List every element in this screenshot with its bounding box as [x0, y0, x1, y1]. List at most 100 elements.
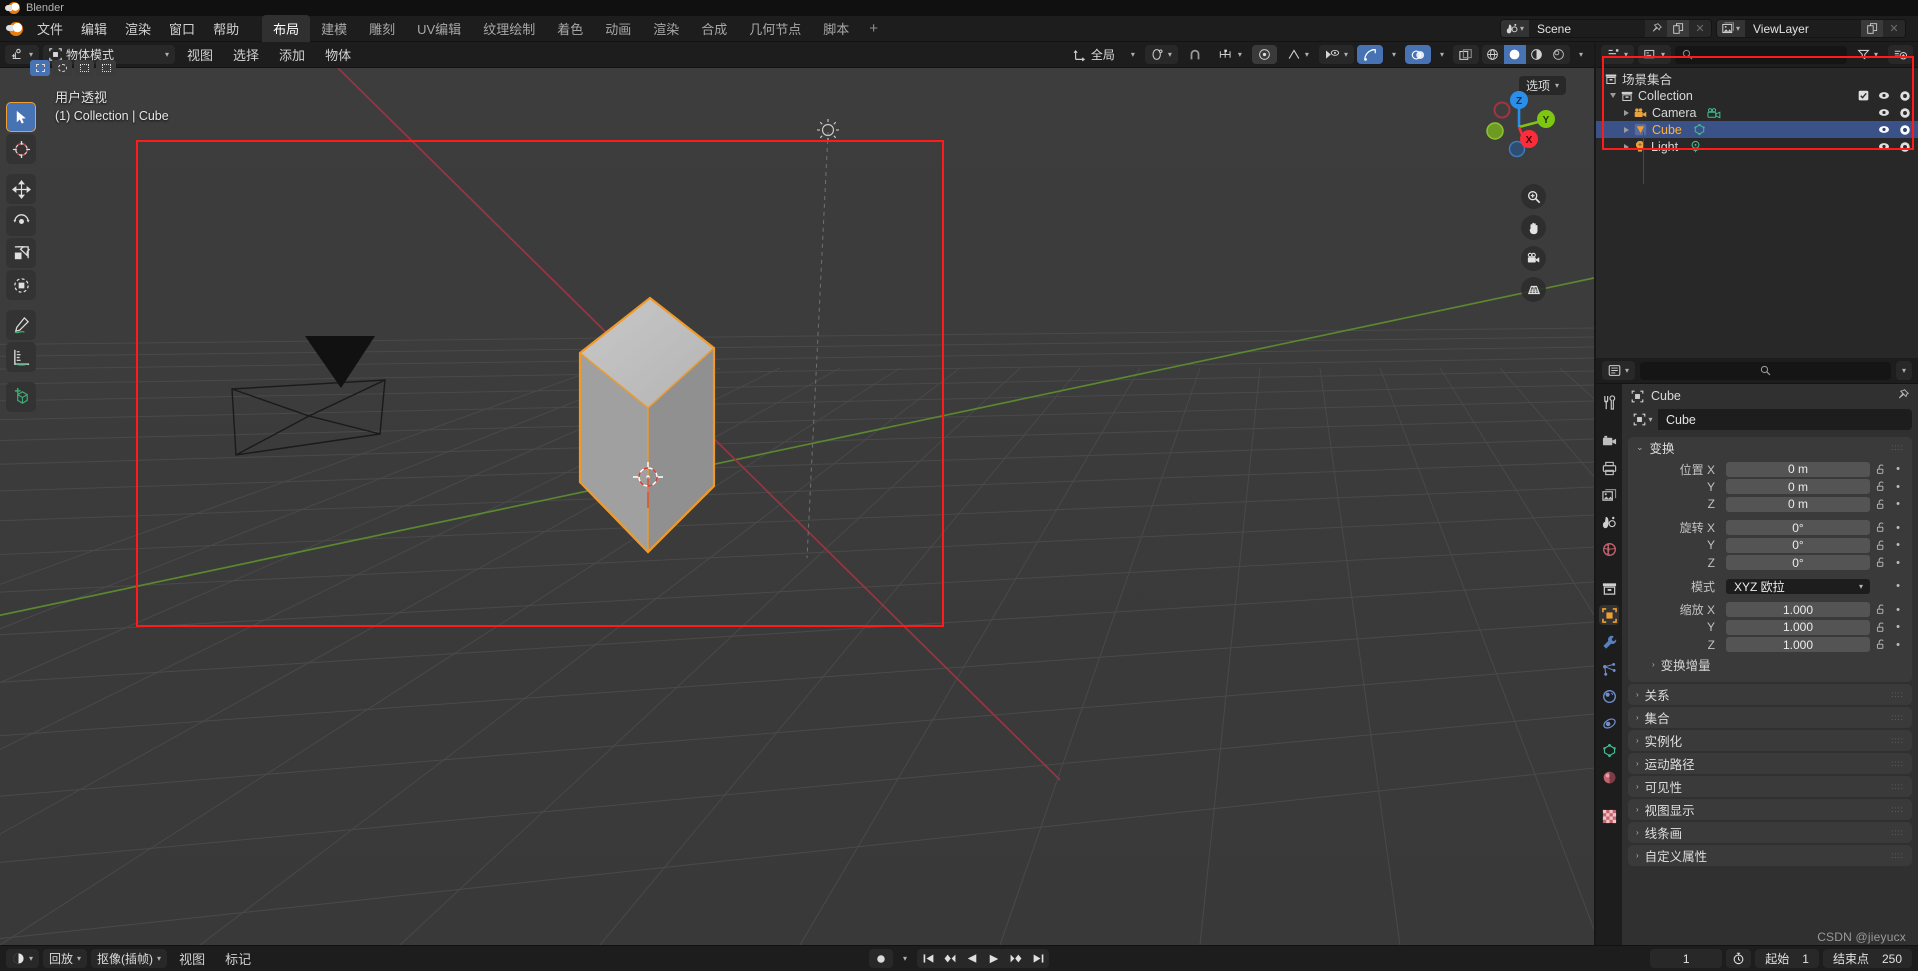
proportional-falloff-toggle[interactable] [1251, 45, 1277, 64]
location-y-row[interactable]: Y 0 m • [1636, 479, 1904, 495]
delta-transform-subpanel[interactable]: › 变换增量 [1636, 654, 1904, 674]
animate-rotation-z-icon[interactable]: • [1892, 557, 1904, 568]
use-preview-range-toggle[interactable] [1726, 949, 1752, 968]
menu-help[interactable]: 帮助 [204, 16, 248, 41]
scene-name[interactable]: Scene [1529, 20, 1645, 37]
camera-render-icon[interactable] [1899, 141, 1911, 153]
outliner-row-light[interactable]: Light [1596, 138, 1918, 155]
xray-toggle[interactable] [1452, 45, 1479, 64]
camera-render-icon[interactable] [1899, 124, 1911, 136]
viewport-menu-view[interactable]: 视图 [179, 42, 221, 67]
auto-keying-toggle[interactable] [868, 949, 893, 968]
3d-viewport[interactable]: 用户透视 (1) Collection | Cube 选项 ▾ Z Y X [0, 68, 1594, 945]
properties-editor-type-button[interactable]: ▾ [1602, 361, 1636, 380]
location-z-value[interactable]: 0 m [1726, 496, 1870, 512]
lock-rotation-x-icon[interactable] [1874, 522, 1888, 533]
workspace-tab-compositing[interactable]: 合成 [690, 15, 738, 42]
tab-output[interactable] [1599, 458, 1619, 478]
rotation-mode-select[interactable]: XYZ 欧拉 ▾ [1726, 578, 1870, 594]
lock-rotation-z-icon[interactable] [1874, 557, 1888, 568]
expand-arrow-icon[interactable] [1624, 143, 1629, 150]
lock-scale-z-icon[interactable] [1874, 639, 1888, 650]
shading-wireframe-button[interactable] [1482, 45, 1504, 64]
camera-render-icon[interactable] [1899, 90, 1911, 102]
animate-rotation-x-icon[interactable]: • [1892, 522, 1904, 533]
outliner-row-camera[interactable]: Camera [1596, 104, 1918, 121]
tool-transform[interactable] [6, 270, 36, 300]
animate-scale-z-icon[interactable]: • [1892, 639, 1904, 650]
scene-selector[interactable]: ▾ Scene ✕ [1500, 19, 1712, 38]
object-name-field[interactable]: ▾ Cube [1628, 409, 1912, 430]
workspace-tab-rendering[interactable]: 渲染 [642, 15, 690, 42]
outliner-editor-type-button[interactable]: ▾ [1601, 45, 1635, 64]
viewport-menu-add[interactable]: 添加 [271, 42, 313, 67]
tab-world[interactable] [1599, 539, 1619, 559]
new-viewlayer-icon[interactable] [1861, 20, 1883, 37]
workspace-tab-uv-editing[interactable]: UV编辑 [406, 15, 472, 42]
outliner-row-cube[interactable]: Cube [1596, 121, 1918, 138]
transform-panel-header[interactable]: ⌄ 变换 :::: [1628, 437, 1912, 458]
animate-location-x-icon[interactable]: • [1892, 464, 1904, 475]
lock-scale-x-icon[interactable] [1874, 604, 1888, 615]
animate-scale-x-icon[interactable]: • [1892, 604, 1904, 615]
new-scene-icon[interactable] [1667, 20, 1689, 37]
add-workspace-button[interactable]: + [860, 18, 887, 39]
timeline-editor-type-button[interactable]: ▾ [6, 949, 40, 968]
timeline-playback-menu[interactable]: 回放 ▾ [43, 949, 88, 968]
snap-magnet-toggle[interactable] [1182, 45, 1208, 64]
mesh-data-icon[interactable] [1693, 123, 1706, 136]
panel-line-art[interactable]: › 线条画:::: [1628, 822, 1912, 843]
expand-arrow-icon[interactable] [1624, 126, 1629, 133]
rotation-y-value[interactable]: 0° [1726, 537, 1870, 553]
tab-material[interactable] [1599, 767, 1619, 787]
tool-add-cube[interactable] [6, 382, 36, 412]
gizmo-options-dropdown[interactable]: ▾ [1386, 45, 1402, 64]
pin-scene-icon[interactable] [1645, 20, 1667, 37]
eye-icon[interactable] [1878, 90, 1890, 101]
tab-constraints[interactable] [1599, 713, 1619, 733]
visibility-selector[interactable]: ▾ [1318, 45, 1354, 64]
menu-window[interactable]: 窗口 [160, 16, 204, 41]
play-reverse-button[interactable] [961, 949, 983, 968]
timeline-keying-menu[interactable]: 抠像(插帧) ▾ [91, 949, 168, 968]
jump-to-start-button[interactable] [917, 949, 939, 968]
tab-object-data[interactable] [1599, 740, 1619, 760]
panel-custom-properties[interactable]: › 自定义属性:::: [1628, 845, 1912, 866]
scale-y-value[interactable]: 1.000 [1726, 619, 1870, 635]
menu-render[interactable]: 渲染 [116, 16, 160, 41]
delete-scene-icon[interactable]: ✕ [1689, 20, 1711, 37]
checkbox-checked-icon[interactable] [1858, 90, 1869, 101]
prev-keyframe-button[interactable] [939, 949, 961, 968]
animate-scale-y-icon[interactable]: • [1892, 622, 1904, 633]
frame-end-field[interactable]: 结束点 250 [1822, 949, 1912, 968]
navigation-gizmo[interactable]: Z Y X [1480, 86, 1558, 164]
viewlayer-name[interactable]: ViewLayer [1745, 20, 1861, 37]
location-x-row[interactable]: 位置 X 0 m • [1636, 461, 1904, 477]
extend-select-button[interactable] [96, 60, 116, 76]
next-keyframe-button[interactable] [1005, 949, 1027, 968]
grid-ortho-icon[interactable] [1521, 277, 1546, 302]
panel-viewport-display[interactable]: › 视图显示:::: [1628, 799, 1912, 820]
location-x-value[interactable]: 0 m [1726, 461, 1870, 477]
tab-collection[interactable] [1599, 578, 1619, 598]
animate-location-z-icon[interactable]: • [1892, 499, 1904, 510]
lock-location-z-icon[interactable] [1874, 499, 1888, 510]
panel-relations[interactable]: › 关系:::: [1628, 684, 1912, 705]
rotation-x-value[interactable]: 0° [1726, 520, 1870, 535]
rotation-z-row[interactable]: Z 0° • [1636, 555, 1904, 571]
gizmo-toggle[interactable] [1356, 45, 1383, 64]
rotation-mode-row[interactable]: 模式 XYZ 欧拉 ▾ • [1636, 578, 1904, 594]
workspace-tab-geometry-nodes[interactable]: 几何节点 [738, 15, 812, 42]
tab-object[interactable] [1599, 605, 1619, 625]
viewport-menu-select[interactable]: 选择 [225, 42, 267, 67]
workspace-tab-sculpting[interactable]: 雕刻 [358, 15, 406, 42]
overlays-toggle[interactable] [1404, 45, 1431, 64]
outliner-display-mode-button[interactable]: ▾ [1638, 45, 1672, 64]
scale-z-row[interactable]: Z 1.000 • [1636, 637, 1904, 653]
outliner-new-collection-button[interactable] [1888, 45, 1913, 64]
workspace-tab-layout[interactable]: 布局 [262, 15, 311, 42]
scale-x-value[interactable]: 1.000 [1726, 602, 1870, 617]
circle-select-button[interactable] [52, 60, 72, 76]
object-name-value[interactable]: Cube [1658, 413, 1696, 427]
tab-scene[interactable] [1599, 512, 1619, 532]
